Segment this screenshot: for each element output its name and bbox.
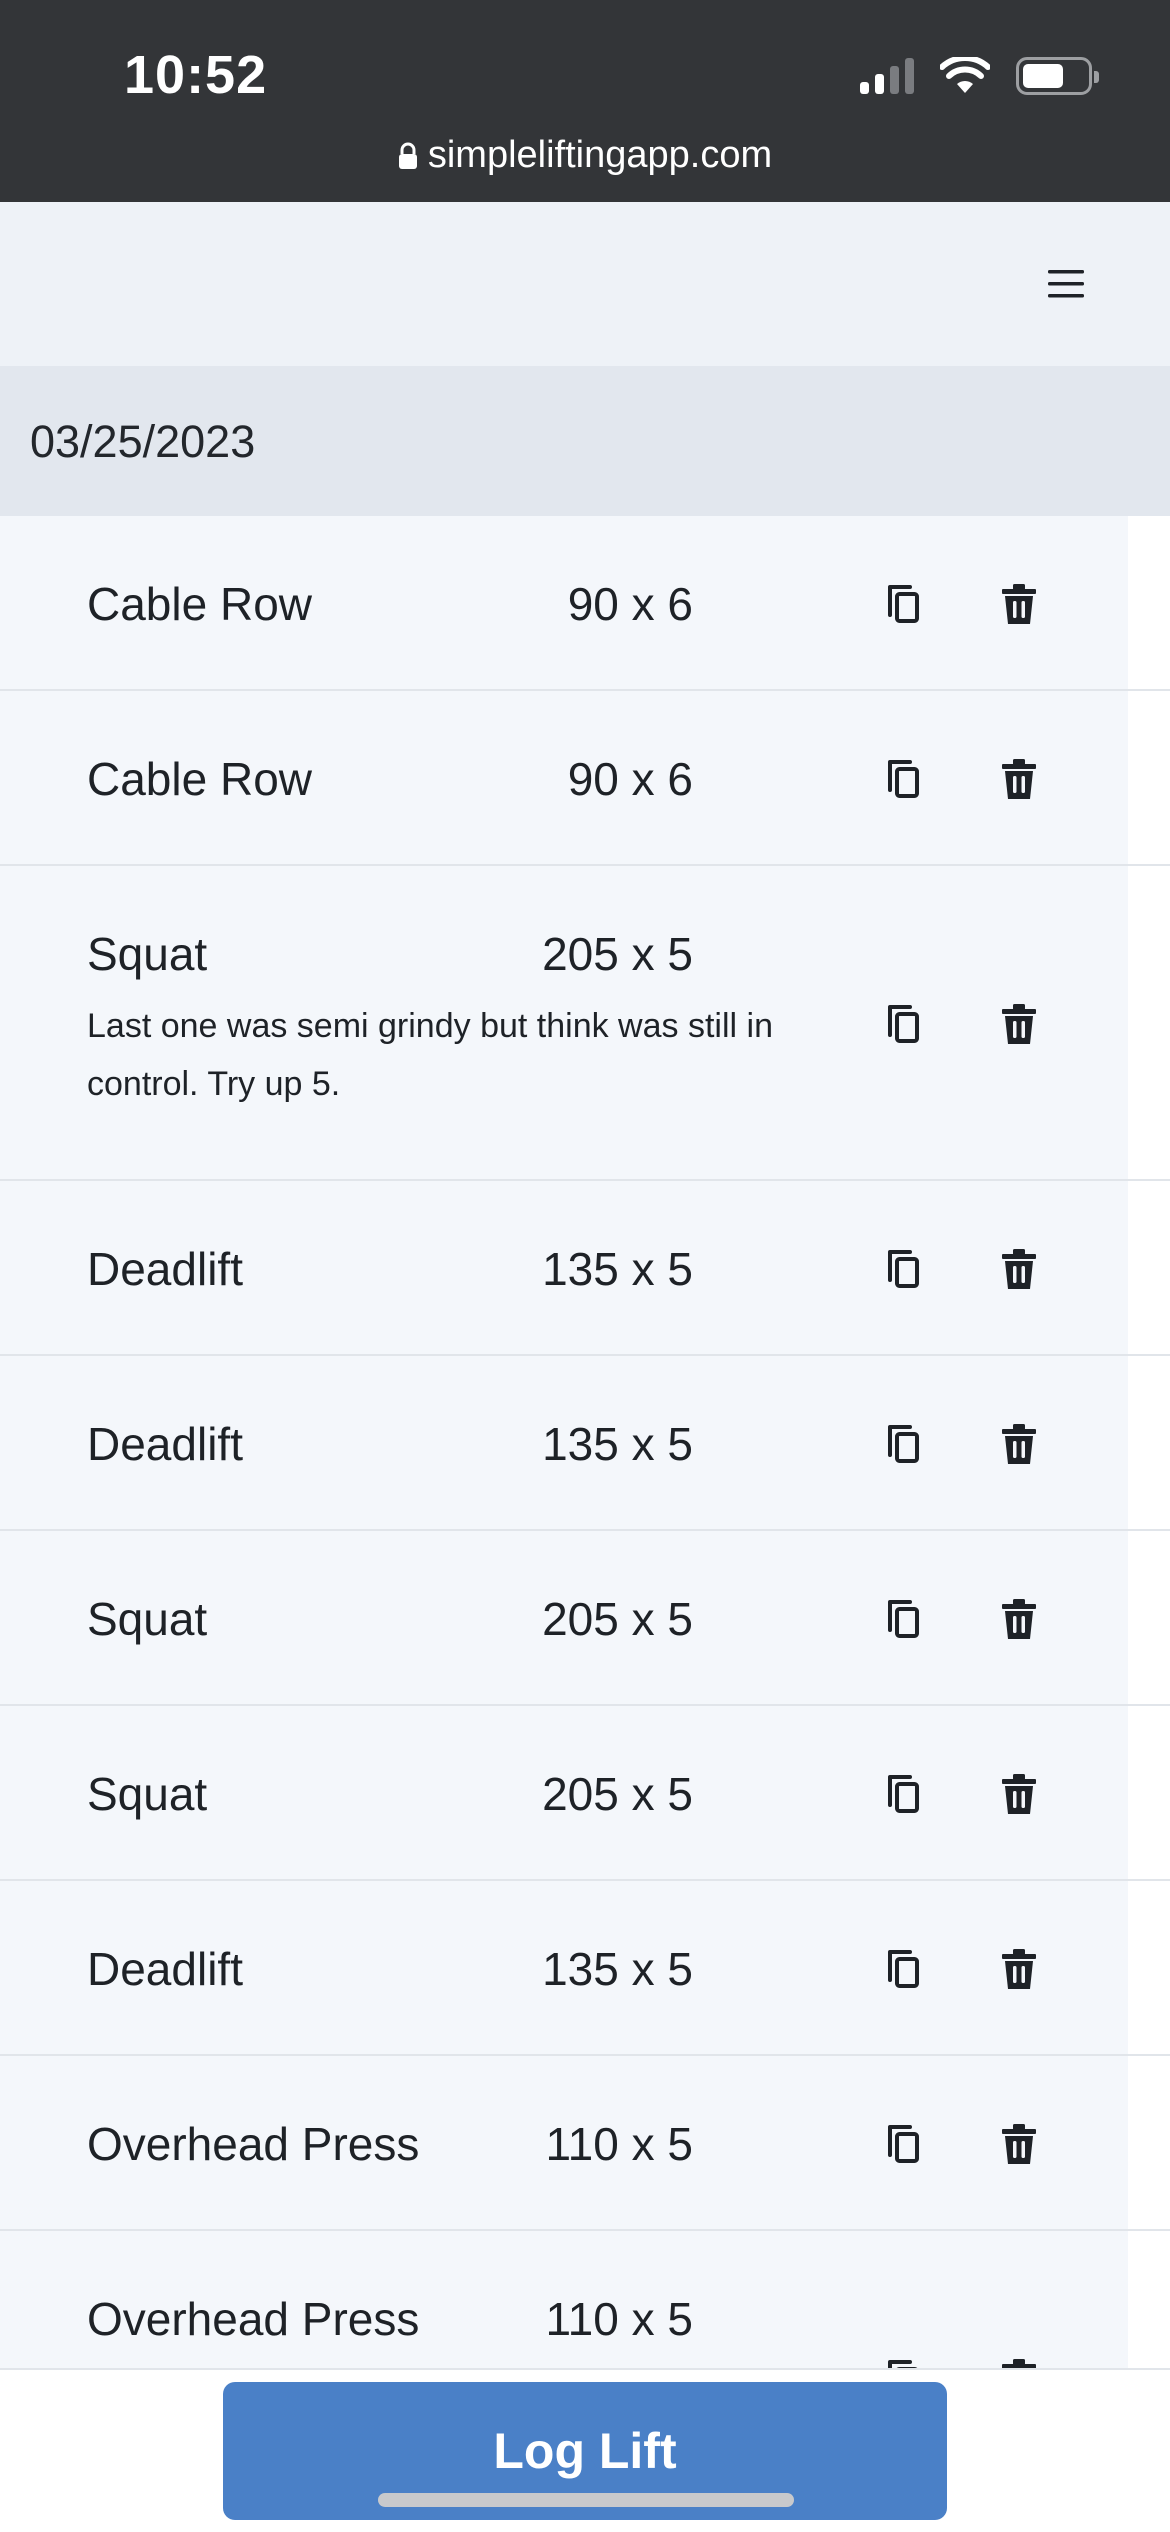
system-icons bbox=[860, 56, 1099, 96]
url-text: simpleliftingapp.com bbox=[427, 134, 773, 176]
trash-icon[interactable] bbox=[994, 999, 1044, 1049]
exercise-name: Deadlift bbox=[87, 1943, 243, 1995]
sets-reps: 110 x 5 bbox=[545, 2293, 693, 2345]
home-indicator[interactable] bbox=[378, 2493, 794, 2507]
exercise-name: Overhead Press bbox=[87, 2118, 420, 2170]
list-item: Cable Row 90 x 6 bbox=[0, 516, 1170, 691]
exercise-name: Deadlift bbox=[87, 1418, 243, 1470]
trash-icon[interactable] bbox=[994, 1244, 1044, 1294]
sets-reps: 110 x 5 bbox=[545, 2118, 693, 2170]
lock-icon bbox=[398, 142, 417, 169]
exercise-name: Overhead Press bbox=[87, 2293, 420, 2345]
cellular-signal-icon bbox=[860, 58, 914, 94]
trash-icon[interactable] bbox=[994, 1419, 1044, 1469]
list-item: Deadlift 135 x 5 bbox=[0, 1181, 1170, 1356]
list-item: Overhead Press 110 x 5 bbox=[0, 2231, 1170, 2368]
exercise-name: Cable Row bbox=[87, 753, 312, 805]
exercise-name: Squat bbox=[87, 1768, 208, 1820]
status-bar: 10:52 simpleliftingapp.com bbox=[0, 0, 1170, 202]
battery-icon bbox=[1016, 57, 1099, 95]
list-item: Cable Row 90 x 6 bbox=[0, 691, 1170, 866]
wifi-icon bbox=[940, 57, 990, 93]
exercise-name: Cable Row bbox=[87, 578, 312, 630]
copy-icon[interactable] bbox=[878, 754, 928, 804]
lift-note: Last one was semi grindy but think was s… bbox=[87, 1007, 773, 1103]
trash-icon[interactable] bbox=[994, 754, 1044, 804]
list-item: Deadlift 135 x 5 bbox=[0, 1356, 1170, 1531]
app-header bbox=[0, 202, 1170, 366]
list-item: Squat 205 x 5 bbox=[0, 1531, 1170, 1706]
sets-reps: 135 x 5 bbox=[542, 1943, 693, 1995]
sets-reps: 135 x 5 bbox=[542, 1243, 693, 1295]
copy-icon[interactable] bbox=[878, 579, 928, 629]
trash-icon[interactable] bbox=[994, 2354, 1044, 2368]
sets-reps: 205 x 5 bbox=[542, 928, 693, 980]
lift-list: Cable Row 90 x 6 Cable Row 90 x 6 Squat … bbox=[0, 516, 1170, 2368]
copy-icon[interactable] bbox=[878, 1944, 928, 1994]
trash-icon[interactable] bbox=[994, 2119, 1044, 2169]
copy-icon[interactable] bbox=[878, 999, 928, 1049]
trash-icon[interactable] bbox=[994, 1944, 1044, 1994]
copy-icon[interactable] bbox=[878, 2119, 928, 2169]
list-item: Deadlift 135 x 5 bbox=[0, 1881, 1170, 2056]
copy-icon[interactable] bbox=[878, 1419, 928, 1469]
copy-icon[interactable] bbox=[878, 1594, 928, 1644]
list-item: Overhead Press 110 x 5 bbox=[0, 2056, 1170, 2231]
date-label: 03/25/2023 bbox=[30, 416, 256, 467]
exercise-name: Squat bbox=[87, 1593, 208, 1645]
exercise-name: Squat bbox=[87, 928, 208, 980]
copy-icon[interactable] bbox=[878, 2354, 928, 2368]
url-bar[interactable]: simpleliftingapp.com bbox=[0, 134, 1170, 177]
trash-icon[interactable] bbox=[994, 579, 1044, 629]
list-item: Squat 205 x 5 Last one was semi grindy b… bbox=[0, 866, 1170, 1181]
exercise-name: Deadlift bbox=[87, 1243, 243, 1295]
status-time: 10:52 bbox=[124, 45, 268, 105]
bottom-action-bar: Log Lift bbox=[0, 2368, 1170, 2532]
hamburger-menu-icon[interactable] bbox=[1044, 262, 1088, 306]
copy-icon[interactable] bbox=[878, 1769, 928, 1819]
trash-icon[interactable] bbox=[994, 1769, 1044, 1819]
sets-reps: 205 x 5 bbox=[542, 1593, 693, 1645]
list-item: Squat 205 x 5 bbox=[0, 1706, 1170, 1881]
sets-reps: 90 x 6 bbox=[567, 578, 693, 630]
trash-icon[interactable] bbox=[994, 1594, 1044, 1644]
sets-reps: 90 x 6 bbox=[567, 753, 693, 805]
copy-icon[interactable] bbox=[878, 1244, 928, 1294]
sets-reps: 135 x 5 bbox=[542, 1418, 693, 1470]
date-group-header: 03/25/2023 bbox=[0, 366, 1170, 516]
sets-reps: 205 x 5 bbox=[542, 1768, 693, 1820]
